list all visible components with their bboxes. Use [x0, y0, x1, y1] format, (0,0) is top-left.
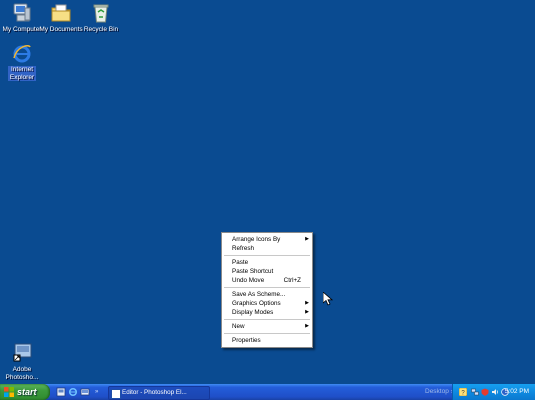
- menu-separator: [224, 333, 310, 334]
- menu-item-label: Properties: [232, 337, 261, 344]
- menu-item-refresh[interactable]: Refresh: [222, 244, 312, 253]
- submenu-arrow-icon: ▶: [305, 323, 309, 329]
- windows-logo-icon: [4, 387, 14, 397]
- menu-item-label: Display Modes: [232, 309, 274, 316]
- desktop-toolbar-label: Desktop: [425, 388, 449, 395]
- my-computer-icon: [11, 2, 33, 24]
- quicklaunch-chevron[interactable]: »: [95, 384, 98, 400]
- quicklaunch-internet-explorer-icon[interactable]: [68, 387, 78, 397]
- internet-explorer-icon: [11, 42, 33, 64]
- desktop-icon-label: My Documents: [39, 26, 83, 33]
- submenu-arrow-icon: ▶: [305, 309, 309, 315]
- quicklaunch-photoshop-icon[interactable]: [56, 387, 66, 397]
- submenu-arrow-icon: ▶: [305, 300, 309, 306]
- menu-item-label: Refresh: [232, 245, 255, 252]
- desktop-icon-my-documents[interactable]: My Documents: [39, 2, 83, 34]
- menu-item-paste[interactable]: Paste: [222, 258, 312, 267]
- menu-item-arrange-icons-by[interactable]: Arrange Icons By ▶: [222, 235, 312, 244]
- desktop-icon-label: Adobe Photosho...: [5, 366, 39, 381]
- menu-item-label: New: [232, 323, 245, 330]
- taskbar: start » Editor - Photoshop El... Desktop…: [0, 384, 535, 400]
- menu-item-shortcut: Ctrl+Z: [283, 277, 301, 284]
- taskbar-button-label: Editor - Photoshop El...: [122, 389, 187, 396]
- system-tray: ? 5:02 PM: [452, 384, 535, 400]
- desktop-context-menu: Arrange Icons By ▶ Refresh Paste Paste S…: [221, 232, 313, 348]
- clock[interactable]: 5:02 PM: [505, 384, 529, 400]
- desktop-icon-recycle-bin[interactable]: Recycle Bin: [79, 2, 123, 34]
- menu-item-label: Graphics Options: [232, 300, 281, 307]
- help-icon[interactable]: ?: [459, 388, 467, 396]
- mouse-pointer-icon: [323, 292, 333, 306]
- desktop-icon-my-computer[interactable]: My Computer: [0, 2, 44, 34]
- menu-item-label: Paste: [232, 259, 249, 266]
- menu-item-undo-move[interactable]: Undo Move Ctrl+Z: [222, 276, 312, 285]
- menu-item-display-modes[interactable]: Display Modes ▶: [222, 308, 312, 317]
- desktop-icon-adobe-photoshop[interactable]: Adobe Photosho...: [0, 342, 44, 381]
- taskbar-button-editor[interactable]: Editor - Photoshop El...: [108, 386, 210, 400]
- menu-item-label: Undo Move: [232, 277, 265, 284]
- menu-item-label: Arrange Icons By: [232, 236, 281, 243]
- my-documents-icon: [50, 2, 72, 24]
- photoshop-elements-icon: [11, 342, 33, 364]
- menu-item-new[interactable]: New ▶: [222, 322, 312, 331]
- photoshop-elements-task-icon: [111, 389, 121, 399]
- desktop-icon-label: Internet Explorer: [8, 66, 36, 81]
- menu-item-properties[interactable]: Properties: [222, 336, 312, 345]
- menu-item-save-as-scheme[interactable]: Save As Scheme...: [222, 290, 312, 299]
- start-button[interactable]: start: [0, 384, 50, 400]
- menu-separator: [224, 255, 310, 256]
- menu-item-paste-shortcut[interactable]: Paste Shortcut: [222, 267, 312, 276]
- desktop-icon-internet-explorer[interactable]: Internet Explorer: [0, 42, 44, 81]
- menu-separator: [224, 319, 310, 320]
- menu-item-label: Save As Scheme...: [232, 291, 286, 298]
- menu-item-graphics-options[interactable]: Graphics Options ▶: [222, 299, 312, 308]
- security-shield-icon[interactable]: [481, 388, 489, 396]
- submenu-arrow-icon: ▶: [305, 236, 309, 242]
- quicklaunch-show-desktop-icon[interactable]: [80, 387, 90, 397]
- volume-icon[interactable]: [491, 388, 499, 396]
- network-icon[interactable]: [471, 388, 479, 396]
- desktop-icon-label: Recycle Bin: [83, 26, 119, 33]
- start-label: start: [17, 387, 37, 397]
- desktop-icon-label: My Computer: [2, 26, 42, 33]
- menu-separator: [224, 287, 310, 288]
- recycle-bin-icon: [90, 2, 112, 24]
- menu-item-label: Paste Shortcut: [232, 268, 274, 275]
